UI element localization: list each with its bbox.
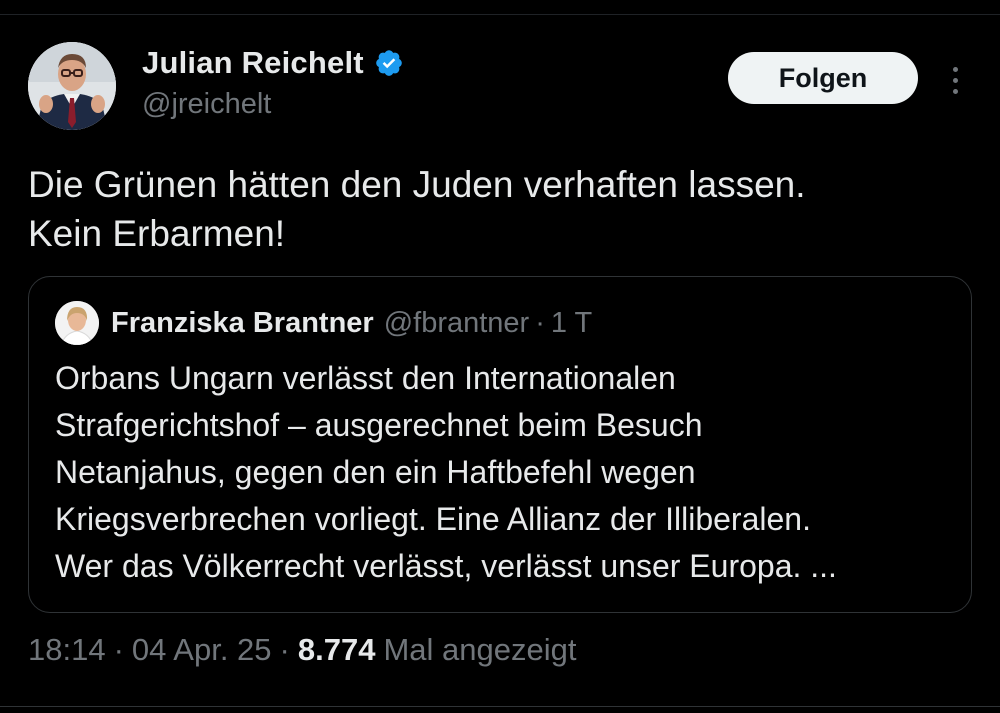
follow-button[interactable]: Folgen xyxy=(728,52,918,104)
quoted-text-line: Strafgerichtshof – ausgerechnet beim Bes… xyxy=(55,407,703,443)
more-dot xyxy=(952,77,958,83)
quoted-tweet-header: Franziska Brantner @fbrantner · 1 T xyxy=(55,301,592,345)
views-label: Mal angezeigt xyxy=(383,632,577,667)
author-avatar-image xyxy=(28,42,116,130)
display-name-row: Julian Reichelt xyxy=(142,42,404,84)
quoted-author-display-name: Franziska Brantner xyxy=(111,306,374,339)
quoted-text-line: Orbans Ungarn verlässt den International… xyxy=(55,360,676,396)
quoted-separator: · xyxy=(535,306,545,339)
quoted-tweet-text: Orbans Ungarn verlässt den International… xyxy=(55,355,955,590)
author-avatar[interactable] xyxy=(28,42,116,130)
meta-separator: · xyxy=(279,632,290,667)
tweet-date[interactable]: 04 Apr. 25 xyxy=(132,632,272,668)
more-dot xyxy=(952,66,958,72)
tweet-time[interactable]: 18:14 xyxy=(28,632,106,668)
quoted-timestamp: 1 T xyxy=(550,306,593,339)
verified-badge-icon[interactable] xyxy=(374,48,404,78)
quoted-author-avatar xyxy=(55,301,99,345)
top-divider xyxy=(0,14,1000,15)
tweet-header: Julian Reichelt @jreichelt Folgen xyxy=(28,42,978,132)
tweet-text-line: Die Grünen hätten den Juden verhaften la… xyxy=(28,164,806,205)
author-names: Julian Reichelt @jreichelt xyxy=(142,42,404,121)
tweet-meta: 18:14 · 04 Apr. 25 · 8.774 Mal angezeigt xyxy=(28,632,576,668)
views-count[interactable]: 8.774 xyxy=(298,632,376,668)
author-handle[interactable]: @jreichelt xyxy=(142,88,404,121)
bottom-divider xyxy=(0,706,1000,707)
more-vertical-icon[interactable] xyxy=(940,60,970,100)
quoted-avatar-image xyxy=(55,301,99,345)
more-dot xyxy=(952,88,958,94)
quoted-text-line: Wer das Völkerrecht verlässt, verlässt u… xyxy=(55,548,837,584)
quoted-author-handle: @fbrantner xyxy=(383,306,530,339)
tweet-text: Die Grünen hätten den Juden verhaften la… xyxy=(28,160,968,258)
tweet-text-line: Kein Erbarmen! xyxy=(28,213,286,254)
meta-separator: · xyxy=(113,632,124,667)
quoted-text-line: Kriegsverbrechen vorliegt. Eine Allianz … xyxy=(55,501,811,537)
quoted-text-line: Netanjahus, gegen den ein Haftbefehl weg… xyxy=(55,454,696,490)
author-display-name[interactable]: Julian Reichelt xyxy=(142,45,364,81)
quoted-tweet-card[interactable]: Franziska Brantner @fbrantner · 1 T Orba… xyxy=(28,276,972,613)
